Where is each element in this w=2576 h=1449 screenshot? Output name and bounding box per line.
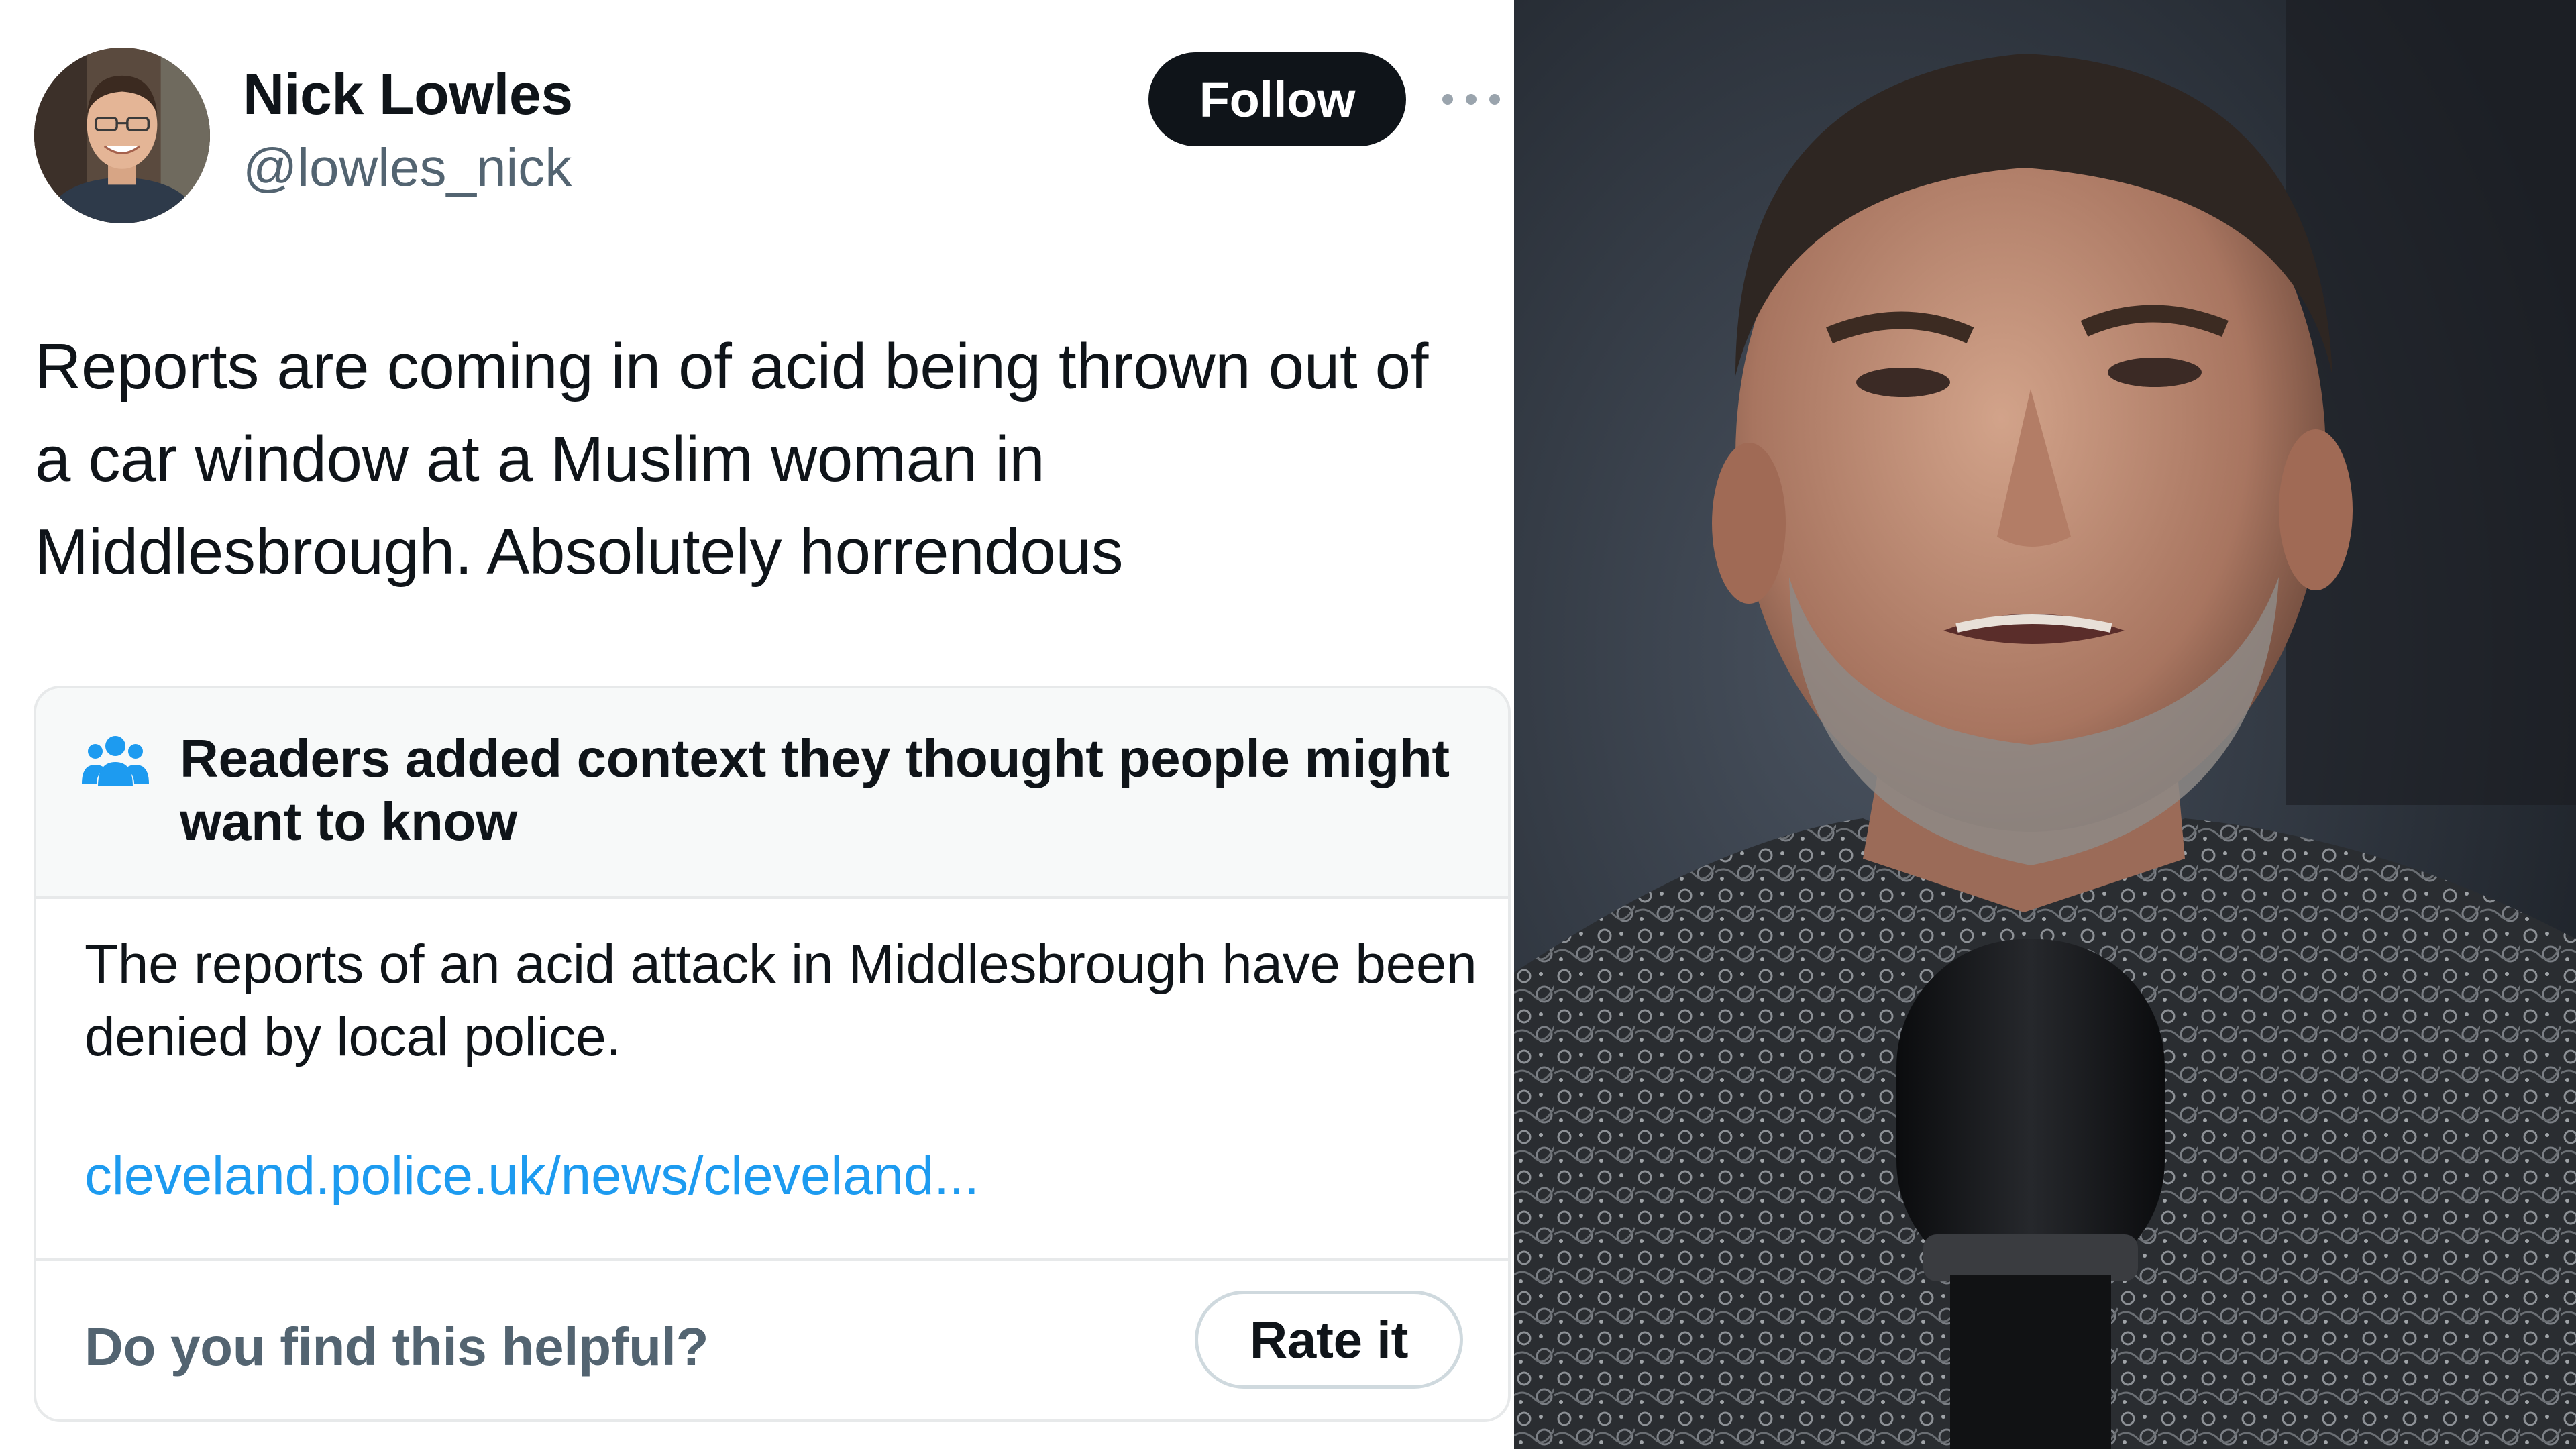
speaker-image	[1514, 0, 2576, 1449]
author-name[interactable]: Nick Lowles	[243, 66, 573, 123]
community-note-footer: Do you find this helpful? Rate it	[36, 1258, 1508, 1419]
community-note-header: Readers added context they thought peopl…	[36, 688, 1508, 899]
author-handle[interactable]: @lowles_nick	[243, 141, 572, 195]
more-dot	[1466, 94, 1477, 105]
more-dot	[1442, 94, 1453, 105]
avatar-image	[34, 48, 210, 223]
composite-screen: Nick Lowles @lowles_nick Follow Reports …	[0, 0, 2576, 1449]
avatar[interactable]	[34, 48, 210, 223]
rate-it-button[interactable]: Rate it	[1195, 1291, 1463, 1389]
community-note-body: The reports of an acid attack in Middles…	[85, 934, 1477, 1067]
community-note: Readers added context they thought peopl…	[34, 686, 1511, 1422]
people-icon	[82, 736, 149, 786]
more-horizontal-icon[interactable]	[1442, 91, 1500, 108]
more-dot	[1489, 94, 1500, 105]
tweet-card: Nick Lowles @lowles_nick Follow Reports …	[0, 0, 1514, 1449]
community-note-link[interactable]: cleveland.police.uk/news/cleveland...	[85, 1148, 979, 1203]
helpful-question: Do you find this helpful?	[85, 1317, 709, 1377]
follow-button[interactable]: Follow	[1148, 52, 1406, 146]
speaker-video-frame	[1514, 0, 2576, 1449]
community-note-title: Readers added context they thought peopl…	[180, 729, 1450, 851]
tweet-text: Reports are coming in of acid being thro…	[35, 331, 1429, 588]
